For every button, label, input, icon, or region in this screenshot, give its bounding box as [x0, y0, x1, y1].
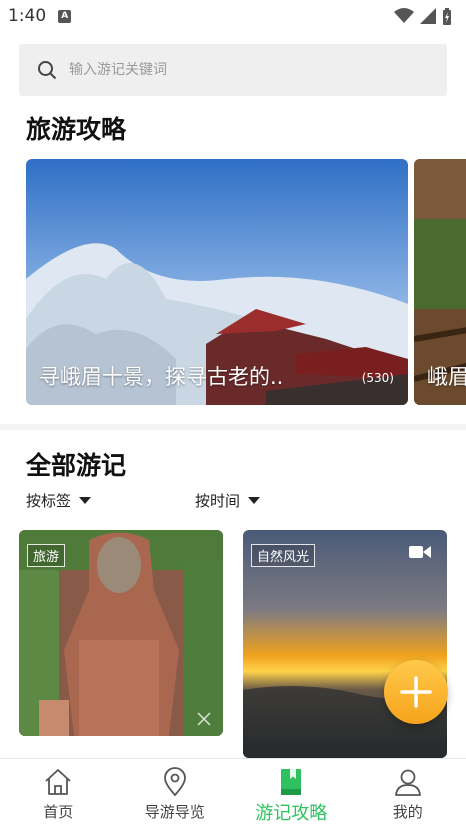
plus-icon — [400, 676, 432, 708]
nav-item-guide[interactable]: 导游导览 — [117, 759, 234, 830]
filter-by-tag-label: 按标签 — [26, 492, 72, 510]
note-card[interactable]: 旅游 — [19, 530, 223, 736]
guide-card-count: (530) — [361, 371, 394, 385]
filter-by-time[interactable]: 按时间 — [195, 490, 261, 511]
user-icon — [394, 769, 421, 796]
nav-item-travel-notes[interactable]: 游记攻略 — [233, 759, 350, 830]
location-pin-icon — [163, 767, 186, 797]
nav-label: 游记攻略 — [255, 803, 328, 824]
note-tag: 旅游 — [27, 544, 66, 567]
nav-item-home[interactable]: 首页 — [0, 759, 117, 830]
signal-icon — [420, 8, 436, 24]
nav-label: 导游导览 — [144, 803, 205, 821]
bottom-nav: 首页 导游导览 游记攻略 我的 — [0, 758, 466, 830]
search-bar[interactable] — [19, 44, 447, 96]
notification-badge-icon: A — [58, 9, 72, 23]
nav-label: 我的 — [392, 803, 423, 821]
dropdown-arrow-icon — [79, 497, 92, 504]
book-icon — [281, 769, 302, 795]
battery-icon — [443, 7, 451, 25]
video-camera-icon — [409, 546, 431, 558]
guide-card[interactable]: 峨眉 — [414, 159, 466, 405]
status-icons — [394, 7, 452, 25]
search-input[interactable] — [69, 62, 389, 78]
sparkle-icon — [197, 712, 211, 726]
status-bar: 1:40 A — [0, 0, 466, 32]
dropdown-arrow-icon — [248, 497, 261, 504]
wifi-icon — [394, 8, 414, 23]
filter-by-tag[interactable]: 按标签 — [26, 490, 92, 511]
guide-card[interactable]: 寻峨眉十景，探寻古老的.. (530) — [26, 159, 408, 405]
section-divider — [0, 424, 466, 430]
filter-by-time-label: 按时间 — [195, 492, 241, 510]
status-time: 1:40 — [8, 6, 47, 26]
guide-card-caption: 寻峨眉十景，探寻古老的.. — [39, 365, 284, 389]
note-tag: 自然风光 — [251, 544, 316, 567]
home-icon — [45, 769, 71, 795]
notes-section-title: 全部游记 — [26, 451, 127, 480]
guides-section-title: 旅游攻略 — [26, 115, 127, 144]
search-icon — [38, 61, 57, 80]
add-note-button[interactable] — [384, 660, 448, 724]
guide-card-caption: 峨眉 — [427, 365, 466, 389]
nav-item-profile[interactable]: 我的 — [350, 759, 466, 830]
nav-label: 首页 — [43, 803, 74, 821]
